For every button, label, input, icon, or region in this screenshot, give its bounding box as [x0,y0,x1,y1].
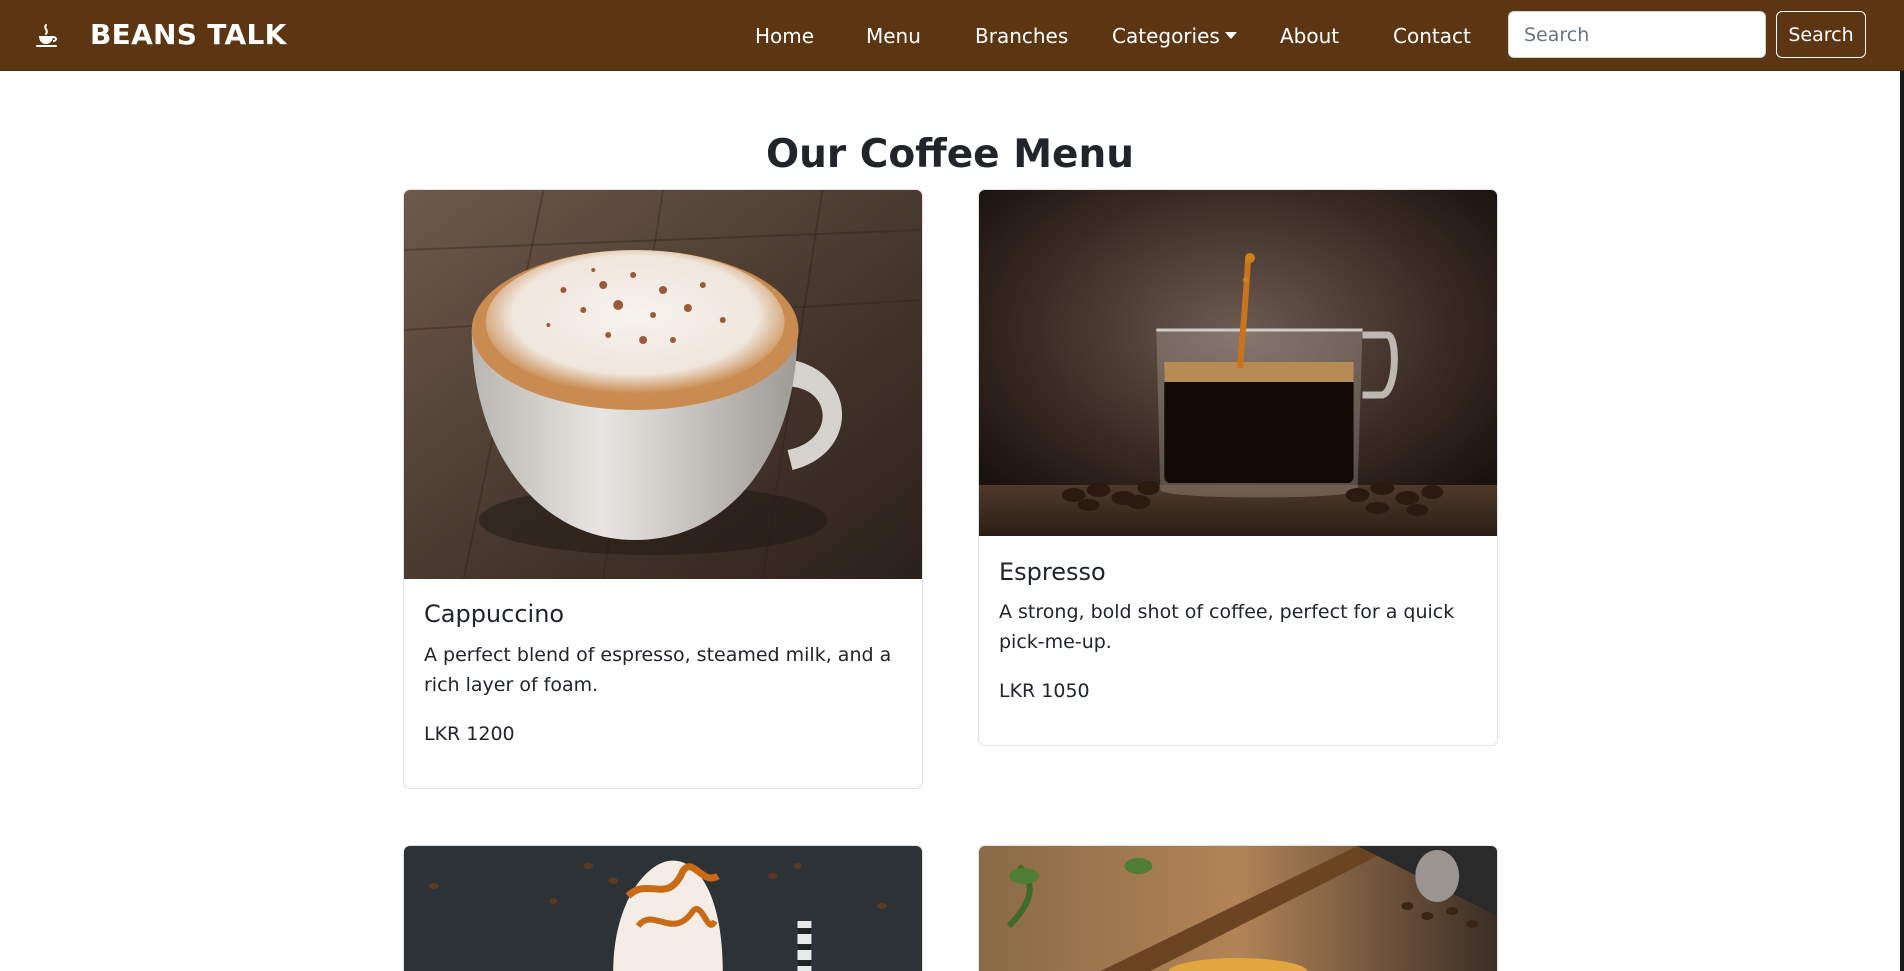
coffee-cup-icon[interactable] [34,22,62,50]
cappuccino-image [404,190,922,579]
card-description: A perfect blend of espresso, steamed mil… [424,644,892,696]
nav-link-menu[interactable]: Menu [866,24,921,48]
menu-card-partial-2[interactable] [978,845,1498,971]
nav-dropdown-categories[interactable]: Categories [1112,24,1237,48]
nav-link-about[interactable]: About [1280,24,1339,48]
search-input[interactable] [1508,11,1766,58]
nav-link-categories-label: Categories [1112,24,1220,48]
navbar: BEANS TALK Home Menu Branches Categories… [0,0,1904,71]
menu-card-espresso[interactable]: Espresso A strong, bold shot of coffee, … [978,189,1498,746]
card-price: LKR 1050 [999,680,1090,702]
window-edge [1900,71,1904,971]
search-button[interactable]: Search [1776,11,1866,58]
nav-link-branches[interactable]: Branches [975,24,1068,48]
card-title: Espresso [999,558,1106,586]
card-price: LKR 1200 [424,723,515,745]
card-description: A strong, bold shot of coffee, perfect f… [999,601,1455,653]
caramel-drink-image [404,846,922,971]
card-title: Cappuccino [424,600,565,628]
caret-down-icon [1224,32,1237,39]
menu-card-cappuccino[interactable]: Cappuccino A perfect blend of espresso, … [403,189,923,789]
espresso-image [979,190,1497,536]
latte-image [979,846,1497,971]
brand-name[interactable]: BEANS TALK [90,18,287,51]
nav-link-home[interactable]: Home [755,24,814,48]
nav-link-contact[interactable]: Contact [1393,24,1471,48]
menu-card-partial-1[interactable] [403,845,923,971]
page-title: Our Coffee Menu [765,132,1134,177]
